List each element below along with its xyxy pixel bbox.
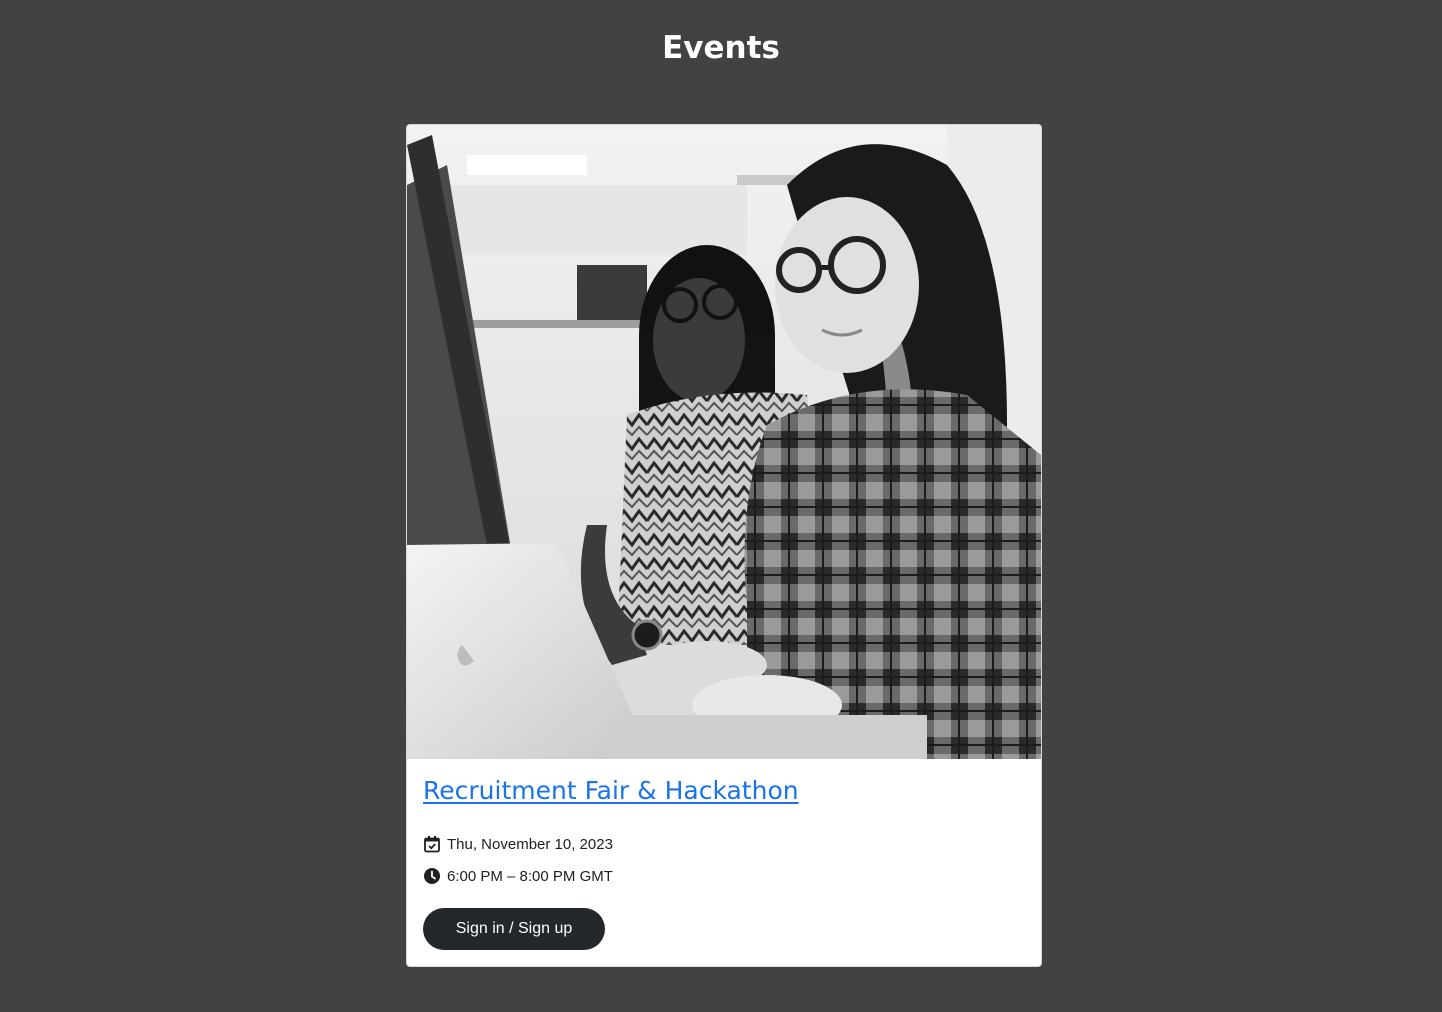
page-title: Events [662,30,780,66]
event-time-row: 6:00 PM – 8:00 PM GMT [423,867,613,885]
clock-icon [424,868,440,884]
sign-in-sign-up-button[interactable]: Sign in / Sign up [423,908,605,950]
calendar-check-icon [424,836,440,853]
event-date-row: Thu, November 10, 2023 [423,835,613,853]
event-photo [407,125,1041,759]
event-time: 6:00 PM – 8:00 PM GMT [447,867,613,885]
event-card: Recruitment Fair & Hackathon Thu, Novemb… [406,124,1042,967]
event-date: Thu, November 10, 2023 [447,835,613,853]
events-page: Events Recruitment Fair & Hackathon Thu,… [0,0,1442,1012]
event-title-link[interactable]: Recruitment Fair & Hackathon [423,774,799,808]
